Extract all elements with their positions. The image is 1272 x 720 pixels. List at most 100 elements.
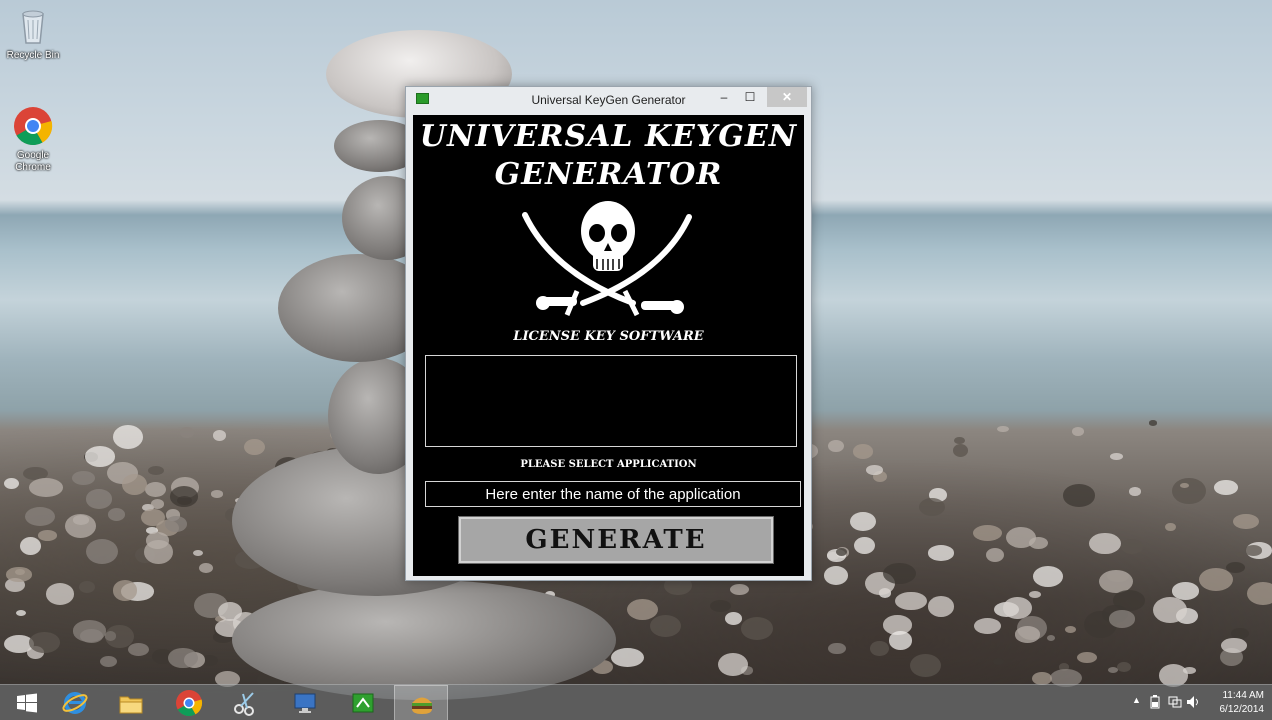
taskbar-clock[interactable]: 11:44 AM 6/12/2014 — [1220, 689, 1265, 717]
chrome-icon — [13, 106, 53, 146]
volume-icon[interactable] — [1186, 695, 1200, 712]
wallpaper-pebble — [1172, 478, 1206, 505]
wallpaper-pebble — [79, 580, 96, 593]
clock-time: 11:44 AM — [1222, 690, 1264, 701]
wallpaper-pebble — [165, 515, 187, 532]
wallpaper-pebble — [1088, 532, 1121, 555]
scissors-icon — [231, 689, 259, 717]
close-button[interactable]: ✕ — [767, 87, 807, 107]
wallpaper-pebble — [1077, 651, 1098, 663]
wallpaper-pebble — [105, 624, 134, 649]
wallpaper-pebble — [1063, 484, 1095, 507]
taskbar-keygen-app[interactable] — [336, 685, 390, 720]
ie-icon — [61, 689, 89, 717]
show-hidden-icons-button[interactable]: ▲ — [1132, 695, 1141, 705]
wallpaper-pebble — [1032, 671, 1053, 685]
wallpaper-pebble — [141, 508, 165, 527]
wallpaper-pebble — [740, 616, 774, 640]
application-name-input[interactable] — [425, 481, 801, 507]
wallpaper-pebble — [79, 629, 104, 643]
wallpaper-pebble — [895, 591, 928, 611]
taskbar-internet-explorer[interactable] — [48, 685, 102, 720]
wallpaper-pebble — [210, 490, 224, 498]
taskbar-google-chrome[interactable] — [162, 685, 216, 720]
wallpaper-pebble — [710, 600, 732, 612]
wallpaper-pebble — [1235, 552, 1245, 558]
wallpaper-pebble — [29, 631, 60, 653]
wallpaper-pebble — [627, 599, 659, 621]
start-button[interactable] — [0, 685, 54, 720]
skull-crossed-swords-icon — [513, 193, 703, 327]
keygen-window: Universal KeyGen Generator – ☐ ✕ UNIVERS… — [405, 86, 812, 581]
wallpaper-pebble — [1006, 526, 1037, 548]
wallpaper-pebble — [927, 596, 955, 617]
wallpaper-pebble — [1046, 635, 1056, 642]
wallpaper-pebble — [112, 580, 138, 601]
wallpaper-pebble — [1245, 545, 1263, 556]
taskbar-burger-app[interactable] — [394, 685, 448, 720]
window-titlebar[interactable]: Universal KeyGen Generator – ☐ ✕ — [406, 87, 811, 113]
wallpaper-pebble — [145, 482, 167, 498]
wallpaper-pebble — [828, 642, 846, 655]
wallpaper-pebble — [910, 653, 942, 677]
taskbar-snipping-tool[interactable] — [218, 685, 272, 720]
recycle-bin-icon — [13, 6, 53, 46]
wallpaper-pebble — [1108, 667, 1119, 673]
desktop-icon-label: Google Chrome — [15, 150, 51, 173]
taskbar-remote-desktop[interactable] — [278, 685, 332, 720]
wallpaper-pebble — [199, 562, 214, 574]
battery-icon[interactable] — [1150, 695, 1160, 712]
wallpaper-pebble — [854, 536, 876, 555]
wallpaper-pebble — [828, 439, 844, 452]
maximize-button[interactable]: ☐ — [737, 87, 763, 107]
generate-button[interactable]: GENERATE — [458, 516, 774, 564]
wallpaper-pebble — [72, 471, 95, 485]
desktop-icon-recycle-bin[interactable]: Recycle Bin — [1, 6, 65, 62]
network-icon[interactable] — [1168, 695, 1182, 712]
wallpaper-pebble — [972, 524, 1002, 541]
license-key-output[interactable] — [425, 355, 797, 447]
burger-icon — [408, 690, 436, 718]
wallpaper-pebble — [1117, 661, 1132, 673]
wallpaper-pebble — [145, 532, 170, 549]
wallpaper-pebble — [148, 465, 164, 475]
wallpaper-pebble — [100, 656, 118, 668]
wallpaper-pebble — [121, 474, 148, 495]
heading-line-2: GENERATOR — [494, 157, 723, 192]
wallpaper-pebble — [1064, 626, 1077, 633]
wallpaper-pebble — [1213, 479, 1239, 495]
wallpaper-pebble — [997, 426, 1009, 433]
subtitle: LICENSE KEY SOFTWARE — [513, 329, 704, 344]
wallpaper-pebble — [1109, 452, 1123, 461]
wallpaper-pebble — [865, 465, 883, 475]
wallpaper-pebble — [1072, 427, 1084, 437]
wallpaper-pebble — [19, 537, 41, 556]
minimize-button[interactable]: – — [711, 87, 737, 107]
wallpaper-pebble — [169, 486, 198, 507]
wallpaper-pebble — [927, 545, 954, 561]
wallpaper-pebble — [84, 446, 116, 468]
wallpaper-pebble — [870, 641, 889, 656]
wallpaper-pebble — [1165, 522, 1176, 532]
wallpaper-pebble — [953, 437, 965, 445]
wallpaper-pebble — [86, 538, 118, 564]
wallpaper-pebble — [37, 529, 58, 541]
system-tray: ▲ 11:44 AM 6/12/2014 — [1122, 685, 1272, 720]
green-app-icon — [349, 689, 377, 717]
wallpaper-pebble — [1028, 590, 1042, 598]
taskbar: ▲ 11:44 AM 6/12/2014 — [0, 684, 1272, 720]
wallpaper-pebble — [824, 565, 849, 585]
folder-icon — [117, 689, 145, 717]
wallpaper-pebble — [45, 582, 75, 606]
wallpaper-pebble — [1014, 626, 1041, 643]
computer-icon — [291, 689, 319, 717]
wallpaper-pebble — [849, 511, 876, 531]
wallpaper-pebble — [4, 477, 20, 489]
wallpaper-pebble — [1247, 581, 1272, 605]
wallpaper-pebble — [29, 477, 64, 497]
desktop-icon-label: Recycle Bin — [6, 50, 60, 61]
desktop-icon-google-chrome[interactable]: Google Chrome — [1, 106, 65, 174]
wallpaper-pebble — [73, 515, 90, 525]
taskbar-file-explorer[interactable] — [104, 685, 158, 720]
chrome-icon — [175, 689, 203, 717]
